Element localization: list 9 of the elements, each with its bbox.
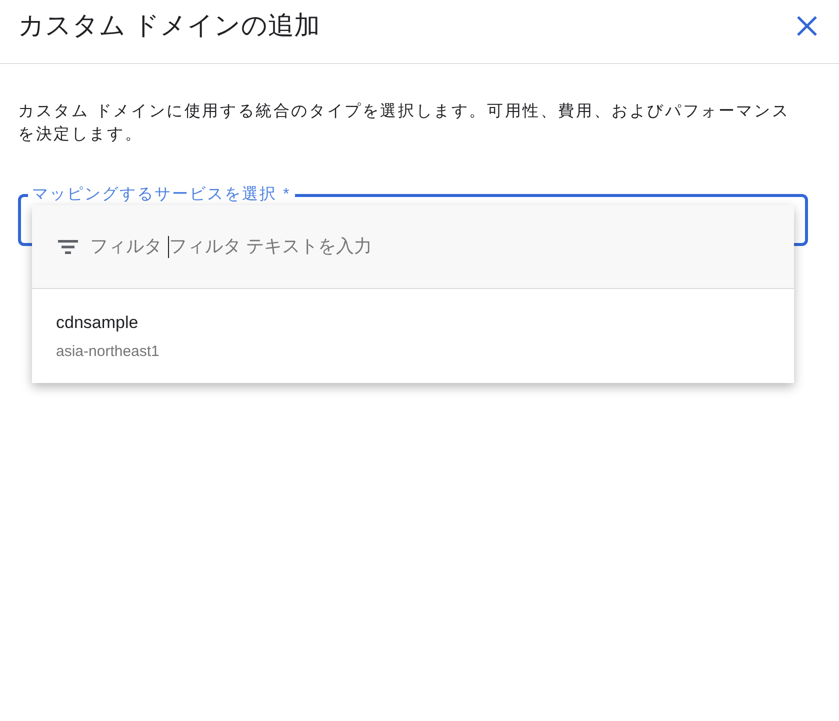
filter-icon [58, 240, 78, 254]
filter-input[interactable]: フィルタ テキストを入力 [169, 233, 729, 260]
service-option[interactable]: cdnsample asia-northeast1 [32, 289, 794, 383]
close-icon [796, 14, 818, 36]
service-name: cdnsample [56, 312, 140, 334]
service-region: asia-northeast1 [56, 342, 160, 362]
filter-label: フィルタ [90, 235, 162, 258]
dialog-title: カスタム ドメインの追加 [18, 10, 320, 42]
dialog-description: カスタム ドメインに使用する統合のタイプを選択します。可用性、費用、およびパフォーマンスを決定します。 [18, 102, 791, 145]
